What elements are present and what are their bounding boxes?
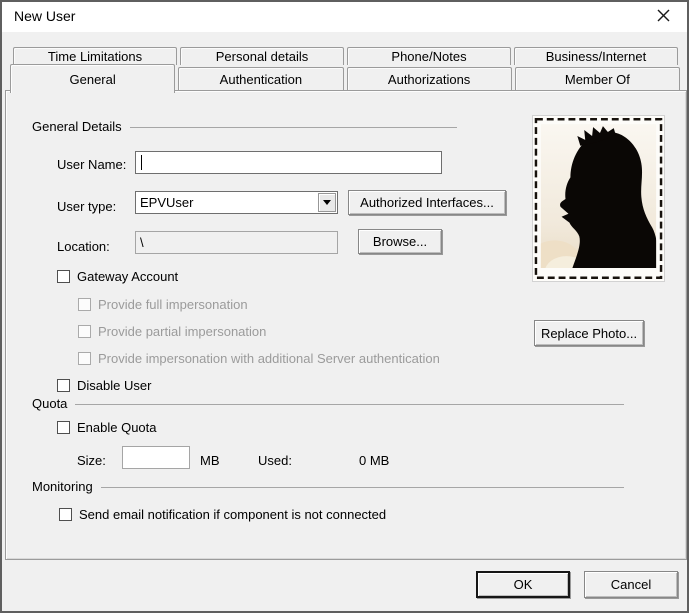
tab-member-of[interactable]: Member Of — [514, 67, 680, 90]
tab-time-limitations[interactable]: Time Limitations — [13, 47, 177, 65]
authorized-interfaces-button[interactable]: Authorized Interfaces... — [348, 190, 506, 215]
provide-full-impersonation-label: Provide full impersonation — [98, 297, 248, 312]
gateway-account-label: Gateway Account — [77, 269, 179, 284]
tab-phone-notes[interactable]: Phone/Notes — [347, 47, 511, 65]
text-caret — [141, 155, 142, 170]
provide-partial-impersonation-checkbox — [78, 325, 91, 338]
tab-strip-front-row: General Authentication Authorizations Me… — [10, 64, 680, 93]
location-input: \ — [135, 231, 338, 254]
user-name-label: User Name: — [57, 157, 127, 172]
send-email-notification-checkbox[interactable] — [59, 508, 72, 521]
used-label: Used: — [258, 453, 292, 468]
tab-business-internet[interactable]: Business/Internet — [514, 47, 678, 65]
replace-photo-button[interactable]: Replace Photo... — [534, 320, 644, 346]
size-label: Size: — [77, 453, 106, 468]
size-input — [122, 446, 190, 469]
monitoring-group-header: Monitoring — [32, 479, 624, 494]
titlebar: New User — [2, 2, 687, 32]
provide-full-impersonation-checkbox — [78, 298, 91, 311]
general-details-label: General Details — [32, 119, 122, 134]
size-unit-label: MB — [200, 453, 220, 468]
user-type-dropdown[interactable]: EPVUser — [135, 191, 338, 214]
used-value: 0 MB — [359, 453, 390, 468]
dropdown-arrow-icon[interactable] — [318, 193, 336, 212]
gateway-account-checkbox[interactable] — [57, 270, 70, 283]
tab-general[interactable]: General — [10, 64, 176, 93]
browse-button[interactable]: Browse... — [358, 229, 442, 254]
location-label: Location: — [57, 239, 110, 254]
divider — [100, 487, 624, 488]
divider — [129, 127, 457, 128]
monitoring-label: Monitoring — [32, 479, 93, 494]
close-icon — [657, 9, 670, 25]
cancel-button[interactable]: Cancel — [584, 571, 678, 598]
tab-authorizations[interactable]: Authorizations — [346, 67, 512, 90]
new-user-dialog: New User Time Limitations Personal detai… — [0, 0, 689, 613]
user-photo — [532, 115, 665, 282]
user-type-value: EPVUser — [140, 195, 194, 210]
silhouette-portrait-image — [533, 116, 664, 281]
quota-group-header: Quota — [32, 396, 624, 411]
divider — [75, 404, 624, 405]
window-title: New User — [14, 8, 76, 24]
tab-personal-details[interactable]: Personal details — [180, 47, 344, 65]
tab-strip-back-row: Time Limitations Personal details Phone/… — [13, 47, 678, 65]
provide-additional-impersonation-label: Provide impersonation with additional Se… — [98, 351, 440, 366]
send-email-notification-label: Send email notification if component is … — [79, 507, 387, 522]
provide-partial-impersonation-label: Provide partial impersonation — [98, 324, 267, 339]
quota-label: Quota — [32, 396, 68, 411]
enable-quota-label: Enable Quota — [77, 420, 157, 435]
user-type-label: User type: — [57, 199, 117, 214]
user-name-input[interactable] — [135, 151, 442, 174]
enable-quota-checkbox[interactable] — [57, 421, 70, 434]
tab-authentication[interactable]: Authentication — [178, 67, 344, 90]
ok-button[interactable]: OK — [476, 571, 570, 598]
close-button[interactable] — [647, 4, 679, 30]
general-details-group-header: General Details — [32, 119, 457, 134]
disable-user-label: Disable User — [77, 378, 152, 393]
provide-additional-impersonation-checkbox — [78, 352, 91, 365]
disable-user-checkbox[interactable] — [57, 379, 70, 392]
